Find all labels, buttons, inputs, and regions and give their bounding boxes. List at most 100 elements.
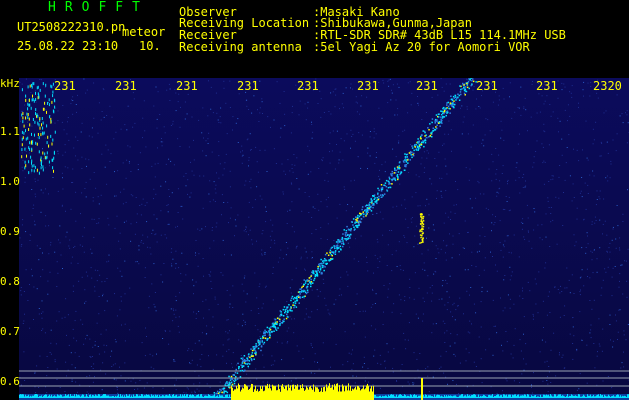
trace-speck xyxy=(399,173,401,176)
noise-speck xyxy=(355,96,357,98)
carrier-spike xyxy=(378,396,379,398)
noise-speck xyxy=(62,154,64,156)
noise-speck xyxy=(398,140,400,142)
noise-speck xyxy=(393,348,395,350)
noise-speck xyxy=(146,336,147,337)
noise-speck xyxy=(597,97,599,99)
carrier-spike xyxy=(518,394,519,398)
noise-speck xyxy=(153,214,155,216)
noise-speck xyxy=(435,258,437,259)
noise-speck xyxy=(270,239,272,241)
noise-speck xyxy=(467,269,469,271)
noise-speck xyxy=(392,148,394,150)
noise-speck xyxy=(245,180,247,182)
noise-speck xyxy=(374,303,376,304)
noise-speck xyxy=(522,298,524,299)
carrier-spike xyxy=(185,396,186,398)
noise-speck xyxy=(24,104,26,106)
trace-speck xyxy=(238,367,240,370)
noise-speck xyxy=(257,171,259,173)
carrier-spike xyxy=(600,394,601,398)
noise-speck xyxy=(587,235,588,237)
noise-speck xyxy=(407,339,409,341)
noise-speck xyxy=(550,179,552,181)
trace-speck xyxy=(417,149,419,151)
burst-bar xyxy=(319,392,320,400)
trace-speck xyxy=(377,187,379,190)
trace-speck xyxy=(452,95,455,98)
noise-speck xyxy=(182,218,184,220)
trace-speck xyxy=(357,214,359,217)
noise-speck xyxy=(370,306,372,308)
carrier-spike xyxy=(101,396,102,398)
noise-speck xyxy=(138,249,140,251)
noise-speck xyxy=(39,247,41,249)
noise-speck xyxy=(241,155,243,157)
carrier-spike xyxy=(76,394,77,398)
noise-speck xyxy=(321,160,323,162)
noise-speck xyxy=(148,295,150,297)
carrier-spike xyxy=(53,396,54,398)
trace-speck xyxy=(233,382,236,385)
trace-speck xyxy=(366,204,368,206)
noise-speck xyxy=(139,205,141,206)
trace-speck xyxy=(34,165,36,169)
carrier-spike xyxy=(593,394,594,398)
noise-speck xyxy=(281,163,283,165)
noise-speck xyxy=(144,267,146,269)
noise-speck xyxy=(304,103,306,105)
noise-speck xyxy=(596,199,598,200)
carrier-spike xyxy=(543,394,544,398)
noise-speck xyxy=(238,93,240,95)
trace-speck xyxy=(41,123,42,127)
noise-speck xyxy=(424,167,426,169)
noise-speck xyxy=(622,213,624,215)
burst-bar xyxy=(373,385,374,400)
carrier-spike xyxy=(193,395,194,398)
noise-speck xyxy=(286,330,288,332)
noise-speck xyxy=(447,383,448,385)
noise-speck xyxy=(254,199,256,201)
noise-speck xyxy=(498,154,500,156)
trace-speck xyxy=(31,98,33,102)
trace-speck xyxy=(248,353,250,355)
carrier-spike xyxy=(99,394,100,398)
noise-speck xyxy=(110,355,111,357)
carrier-spike xyxy=(492,394,493,398)
noise-speck xyxy=(441,285,443,287)
trace-speck xyxy=(405,165,407,168)
noise-speck xyxy=(305,269,306,271)
trace-speck xyxy=(48,160,50,164)
carrier-spike xyxy=(510,394,511,398)
noise-speck xyxy=(454,355,456,357)
burst-bar xyxy=(346,385,347,400)
trace-speck xyxy=(419,137,422,139)
trace-speck xyxy=(348,235,351,237)
noise-speck xyxy=(119,309,121,311)
burst-bar xyxy=(232,387,233,400)
trace-speck xyxy=(377,193,379,196)
noise-speck xyxy=(55,107,57,109)
trace-speck xyxy=(355,216,357,218)
carrier-spike xyxy=(98,394,99,398)
noise-speck xyxy=(248,157,250,159)
noise-speck xyxy=(86,376,88,377)
noise-speck xyxy=(282,258,284,260)
noise-speck xyxy=(498,95,500,97)
noise-speck xyxy=(391,92,393,94)
carrier-spike xyxy=(54,395,55,398)
noise-speck xyxy=(121,324,122,326)
noise-speck xyxy=(509,209,511,211)
noise-speck xyxy=(456,383,457,385)
noise-speck xyxy=(590,82,592,84)
noise-speck xyxy=(229,303,231,305)
noise-speck xyxy=(541,95,543,97)
trace-speck xyxy=(53,151,55,155)
noise-speck xyxy=(432,224,434,226)
noise-speck xyxy=(329,314,331,316)
burst-bar xyxy=(234,389,235,400)
noise-speck xyxy=(162,338,164,339)
trace-speck xyxy=(366,209,368,211)
noise-speck xyxy=(412,382,414,384)
noise-speck xyxy=(450,333,452,335)
